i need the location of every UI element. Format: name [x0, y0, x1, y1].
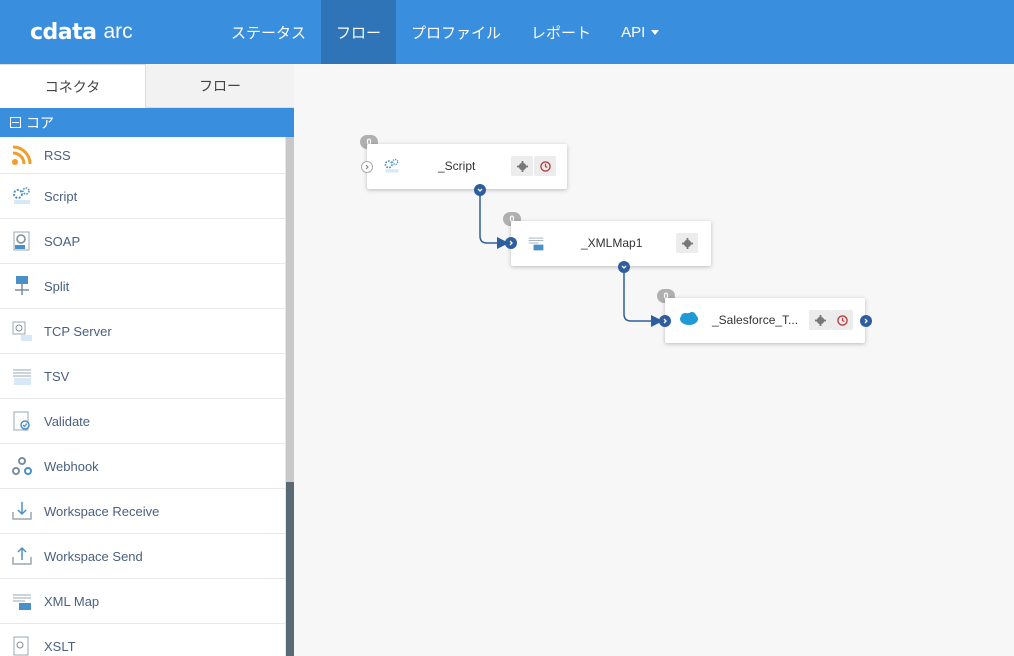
connector-list: RSS Script SOAP Split TCP Server TSV Val… — [0, 137, 286, 656]
connection-script-to-xmlmap — [479, 190, 509, 249]
connector-label: TCP Server — [44, 323, 112, 339]
connector-item-workspace-send[interactable]: Workspace Send — [0, 534, 285, 579]
nav-item-status[interactable]: ステータス — [216, 0, 321, 64]
connector-item-xslt[interactable]: XSLT — [0, 624, 285, 656]
script-icon — [10, 184, 34, 208]
validate-icon — [10, 409, 34, 433]
sidebar-scrollbar[interactable] — [286, 137, 294, 656]
connector-label: SOAP — [44, 233, 81, 249]
connector-label: RSS — [44, 147, 71, 163]
brand-name: arc — [103, 20, 133, 43]
connector-item-tcp-server[interactable]: TCP Server — [0, 309, 285, 354]
input-port[interactable] — [659, 315, 671, 327]
top-navbar: cdata arc ステータス フロー プロファイル レポート API — [0, 0, 1014, 64]
xml-map-icon — [527, 234, 545, 252]
nav-item-profile[interactable]: プロファイル — [396, 0, 516, 64]
connector-item-workspace-receive[interactable]: Workspace Receive — [0, 489, 285, 534]
connector-label: Workspace Send — [44, 548, 143, 564]
split-icon — [10, 274, 34, 298]
node-label: _Salesforce_T... — [712, 313, 799, 327]
nav-item-label: プロファイル — [411, 24, 502, 42]
gear-icon — [814, 314, 826, 326]
input-port[interactable] — [505, 237, 517, 249]
connector-label: Workspace Receive — [44, 503, 160, 519]
connector-item-xml-map[interactable]: XML Map — [0, 579, 285, 624]
scrollbar-track-lower — [286, 482, 294, 656]
node-schedule-button[interactable] — [831, 310, 853, 330]
nav-item-label: ステータス — [231, 24, 307, 42]
node-label: _XMLMap1 — [581, 236, 643, 250]
section-header-core[interactable]: コア — [0, 108, 294, 137]
flow-canvas[interactable]: 0 _Script 0 _XMLMap1 0 _Salesforce_T... — [294, 64, 1014, 656]
output-port[interactable] — [860, 315, 872, 327]
section-label: コア — [26, 114, 54, 131]
nav-item-flow[interactable]: フロー — [321, 0, 397, 64]
xml-map-icon — [10, 589, 34, 613]
connector-sidebar: コネクタ フロー コア RSS Script SOAP Split TCP Se… — [0, 64, 294, 656]
nav-item-label: フロー — [336, 24, 382, 42]
connector-label: TSV — [44, 368, 70, 384]
gear-icon — [681, 237, 693, 249]
tab-label: フロー — [199, 77, 241, 94]
connector-label: XSLT — [44, 638, 76, 654]
main-nav: ステータス フロー プロファイル レポート API — [216, 0, 674, 64]
tab-flows[interactable]: フロー — [146, 64, 294, 108]
connector-label: Validate — [44, 413, 91, 429]
connector-item-split[interactable]: Split — [0, 264, 285, 309]
connector-label: XML Map — [44, 593, 100, 609]
connector-item-validate[interactable]: Validate — [0, 399, 285, 444]
nav-item-reports[interactable]: レポート — [516, 0, 606, 64]
node-settings-button[interactable] — [809, 310, 831, 330]
connector-label: Split — [44, 278, 70, 294]
connector-item-script[interactable]: Script — [0, 174, 285, 219]
nav-item-label: API — [621, 23, 646, 41]
script-icon — [383, 157, 401, 175]
chevron-right-icon — [663, 318, 667, 324]
xslt-icon — [10, 634, 34, 656]
connector-label: Webhook — [44, 458, 99, 474]
caret-down-icon — [651, 29, 660, 35]
gear-icon — [516, 160, 528, 172]
nav-item-api[interactable]: API — [606, 0, 674, 64]
collapse-icon — [10, 117, 21, 128]
tab-connectors[interactable]: コネクタ — [0, 64, 146, 108]
connector-item-webhook[interactable]: Webhook — [0, 444, 285, 489]
connection-xmlmap-to-salesforce — [623, 267, 663, 327]
chevron-down-icon — [621, 265, 627, 269]
clock-icon — [539, 160, 551, 172]
salesforce-icon — [679, 311, 699, 329]
node-schedule-button[interactable] — [534, 156, 556, 176]
connector-item-tsv[interactable]: TSV — [0, 354, 285, 399]
node-settings-button[interactable] — [676, 233, 698, 253]
sidebar-tabs: コネクタ フロー — [0, 64, 294, 108]
connector-item-rss[interactable]: RSS — [0, 137, 285, 174]
webhook-icon — [10, 454, 34, 478]
workspace-receive-icon — [10, 499, 34, 523]
node-label: _Script — [438, 159, 476, 173]
brand-logo[interactable]: cdata arc — [30, 18, 133, 46]
soap-icon — [10, 229, 34, 253]
workspace-send-icon — [10, 544, 34, 568]
tcp-server-icon — [10, 319, 34, 343]
scrollbar-thumb[interactable] — [286, 137, 294, 482]
flow-node-script[interactable]: _Script — [367, 144, 567, 189]
tab-label: コネクタ — [44, 78, 101, 95]
tsv-icon — [10, 364, 34, 388]
flow-node-salesforce[interactable]: _Salesforce_T... — [665, 298, 865, 343]
brand-mark: cdata — [30, 19, 97, 45]
chevron-down-icon — [477, 188, 483, 192]
rss-icon — [10, 143, 34, 167]
flow-node-xmlmap[interactable]: _XMLMap1 — [511, 221, 711, 266]
output-port[interactable] — [618, 261, 630, 273]
connector-label: Script — [44, 188, 78, 204]
chevron-right-icon — [864, 318, 868, 324]
connector-item-soap[interactable]: SOAP — [0, 219, 285, 264]
clock-icon — [836, 314, 848, 326]
chevron-right-icon — [365, 164, 369, 170]
output-port[interactable] — [474, 184, 486, 196]
chevron-right-icon — [509, 240, 513, 246]
input-port[interactable] — [361, 161, 373, 173]
node-settings-button[interactable] — [511, 156, 533, 176]
nav-item-label: レポート — [531, 24, 592, 42]
